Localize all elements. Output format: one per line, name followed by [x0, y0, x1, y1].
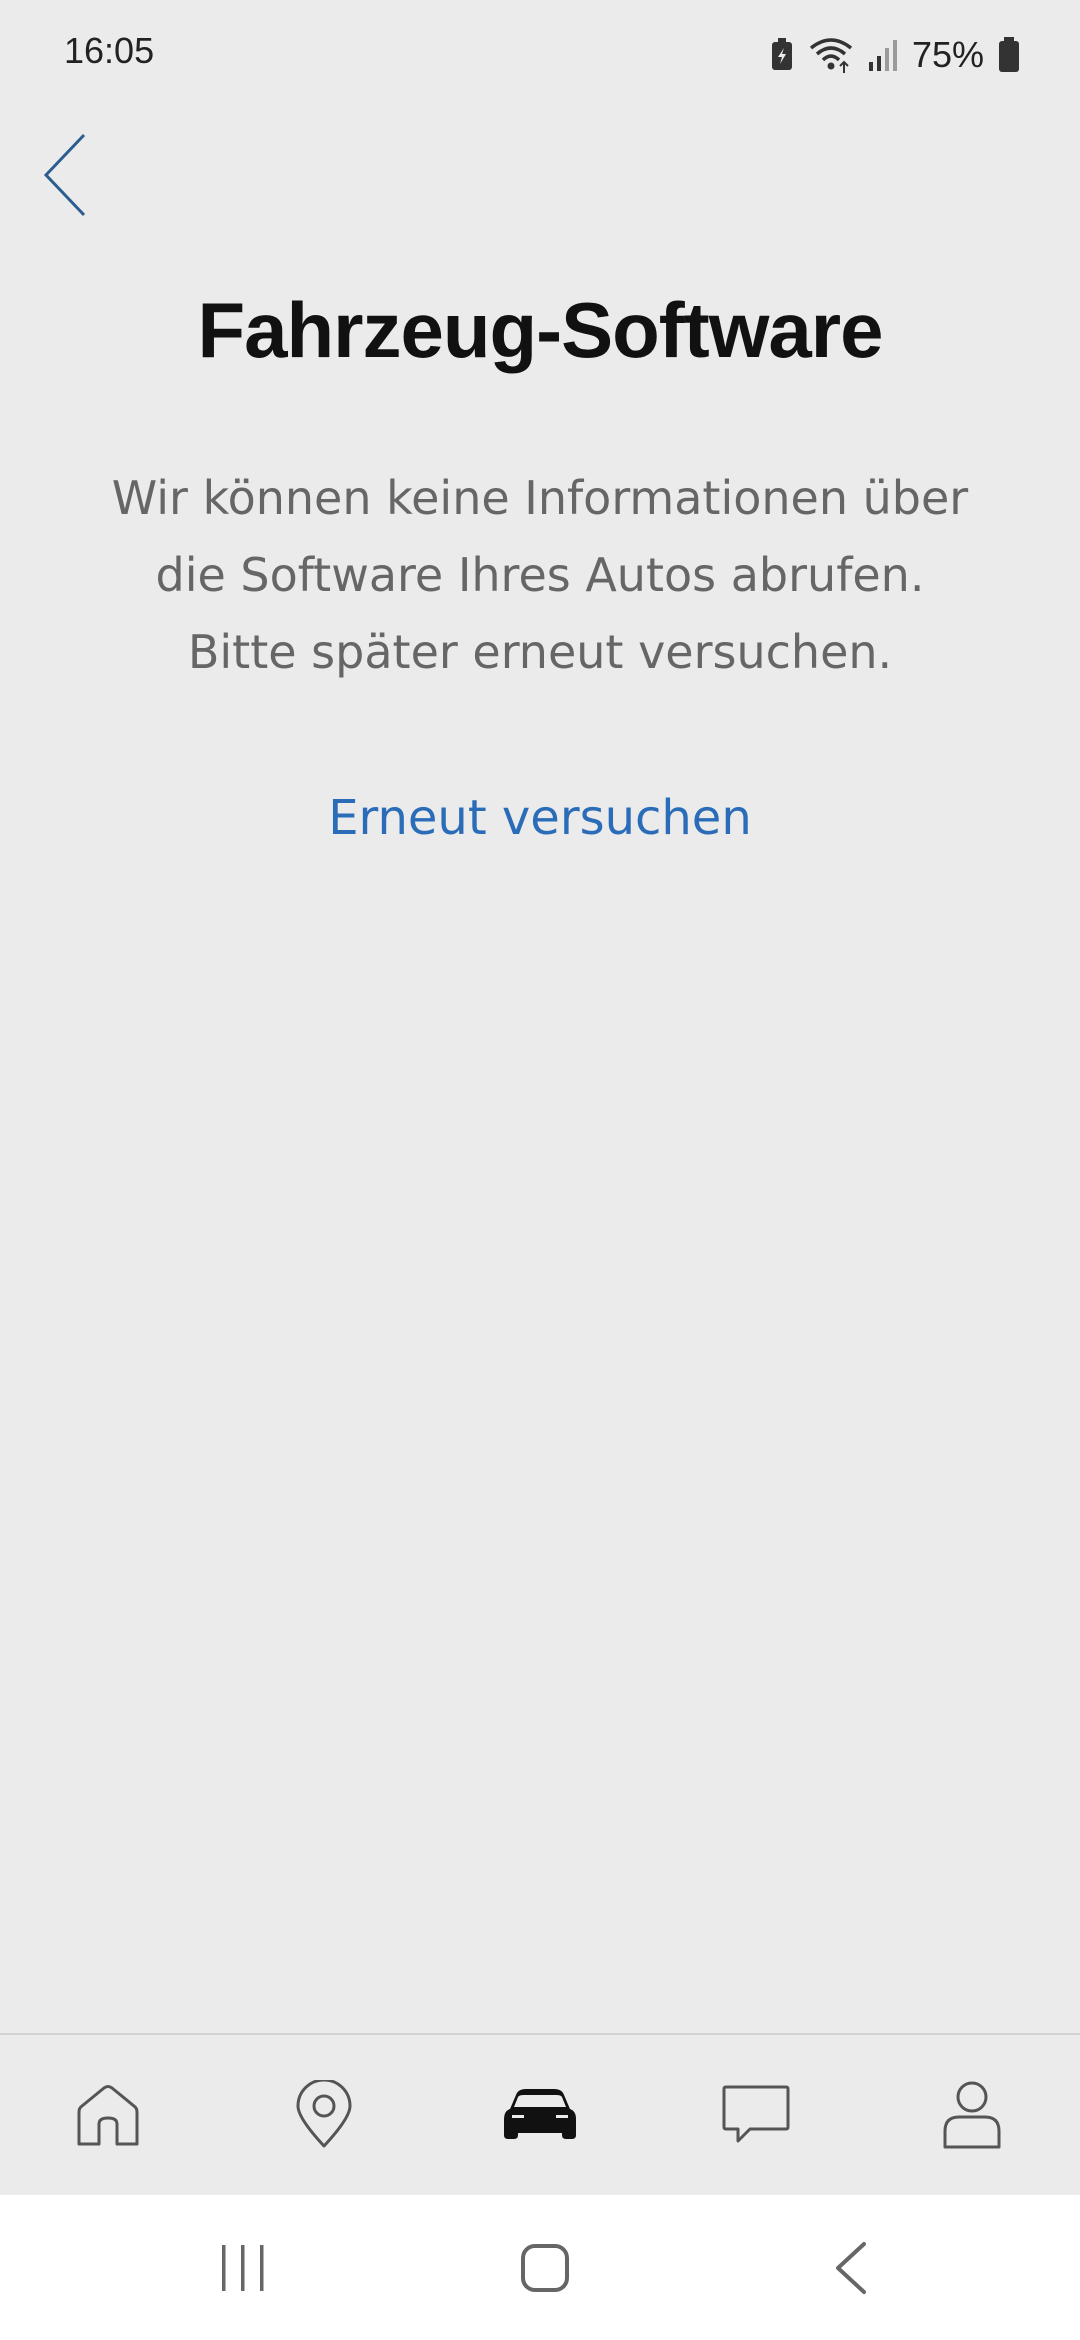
tab-messages[interactable] [648, 2035, 864, 2195]
retry-button[interactable]: Erneut versuchen [0, 790, 1080, 846]
battery-icon [999, 37, 1019, 72]
tab-car[interactable] [432, 2035, 648, 2195]
home-nav-icon [521, 2243, 569, 2292]
location-pin-icon [296, 2080, 352, 2148]
error-message-line: Bitte später erneut versuchen. [187, 625, 893, 679]
tab-bar [0, 2033, 1080, 2195]
signal-icon [868, 40, 897, 71]
home-icon [77, 2085, 139, 2146]
status-icons: 75% [770, 30, 1020, 80]
recent-apps-button[interactable] [143, 2195, 343, 2340]
tab-home[interactable] [0, 2035, 216, 2195]
status-bar: 16:05 75% [0, 0, 1080, 110]
error-message-line: Wir können keine Informationen über [111, 471, 969, 525]
back-button[interactable] [30, 125, 100, 225]
wifi-icon [809, 38, 853, 73]
profile-icon [943, 2081, 1001, 2149]
back-nav-button[interactable] [750, 2195, 950, 2340]
car-icon [504, 2089, 576, 2139]
error-message: Wir können keine Informationen über die … [70, 460, 1010, 691]
recent-apps-icon [222, 2244, 264, 2291]
tab-location[interactable] [216, 2035, 432, 2195]
system-nav-bar [0, 2195, 1080, 2340]
back-nav-icon [836, 2241, 866, 2294]
chevron-left-icon [43, 133, 86, 217]
battery-saver-icon [771, 38, 792, 70]
error-message-line: die Software Ihres Autos abrufen. [155, 548, 925, 602]
battery-percent: 75% [911, 34, 984, 75]
chat-icon [722, 2085, 790, 2143]
tab-profile[interactable] [864, 2035, 1080, 2195]
status-time: 16:05 [64, 30, 155, 71]
home-nav-button[interactable] [445, 2195, 645, 2340]
page-title: Fahrzeug-Software [197, 286, 883, 374]
